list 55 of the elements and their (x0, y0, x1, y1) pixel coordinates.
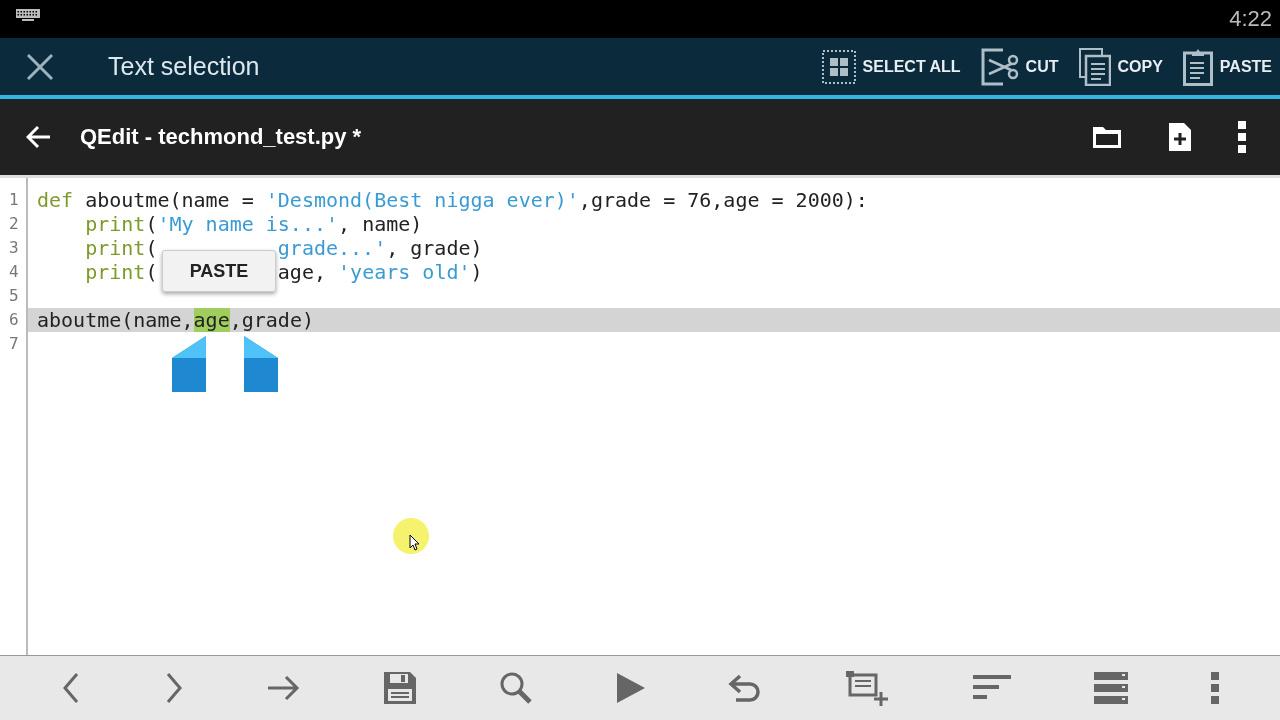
line-number: 3 (8, 237, 20, 259)
code-text: age, (277, 260, 327, 284)
line-number: 4 (8, 261, 20, 283)
code-text: print (85, 260, 146, 284)
code-text: ( (145, 260, 158, 284)
action-mode-title: Text selection (108, 52, 260, 81)
close-icon[interactable] (26, 52, 54, 81)
undo-icon[interactable] (728, 674, 763, 702)
more-icon[interactable] (1238, 121, 1246, 153)
file-title: QEdit - techmond_test.py * (80, 124, 362, 150)
new-file-icon[interactable] (1168, 122, 1192, 152)
code-text: print (85, 236, 146, 260)
line-number: 6 (8, 309, 20, 331)
code-text: grade...' (277, 236, 387, 260)
selection-handle-icon[interactable] (244, 336, 278, 392)
save-icon[interactable] (382, 671, 417, 705)
back-arrow-icon[interactable] (26, 125, 52, 149)
action-button[interactable]: SELECT ALL (817, 45, 965, 88)
selection-handle-icon[interactable] (172, 336, 206, 392)
code-text: 'Desmond(Best nigga ever)' (265, 188, 579, 212)
scissors-icon (980, 47, 1019, 86)
search-icon[interactable] (499, 671, 534, 705)
code-text: , name) (338, 212, 423, 236)
action-button[interactable]: PASTE (1178, 43, 1276, 90)
sort-lines-icon[interactable] (971, 674, 1012, 702)
code-text: , grade) (386, 236, 483, 260)
list-icon[interactable] (1094, 672, 1129, 704)
code-text: ( (145, 212, 158, 236)
code-text: def (37, 188, 74, 212)
code-text: aboutme(name = (84, 188, 255, 212)
line-number: 5 (8, 285, 20, 307)
add-window-icon[interactable] (845, 670, 889, 706)
arrow-right-icon[interactable] (266, 674, 301, 702)
status-time: 4:22 (1229, 6, 1272, 32)
line-number: 2 (8, 213, 20, 235)
folder-icon[interactable] (1092, 125, 1122, 149)
clipboard-icon (1182, 47, 1213, 86)
line-number: 7 (8, 333, 20, 355)
code-text: 'My name is...' (157, 212, 339, 236)
code-text: aboutme(name, (37, 308, 194, 332)
code-text: ,grade = 76,age = 2000): (578, 188, 868, 212)
play-icon[interactable] (615, 672, 646, 704)
code-text: ) (470, 260, 483, 284)
copy-icon (1078, 47, 1111, 86)
action-button[interactable]: CUT (976, 43, 1063, 90)
action-button[interactable]: COPY (1074, 43, 1167, 90)
code-text: age (193, 308, 230, 332)
code-text: print (85, 212, 146, 236)
code-text: ( (145, 236, 158, 260)
line-number: 1 (8, 189, 20, 211)
code-text: ,grade) (229, 308, 314, 332)
keyboard-icon (16, 9, 40, 21)
paste-popup-button[interactable]: PASTE (162, 250, 276, 292)
select-all-icon (821, 49, 856, 84)
code-text: 'years old' (338, 260, 471, 284)
